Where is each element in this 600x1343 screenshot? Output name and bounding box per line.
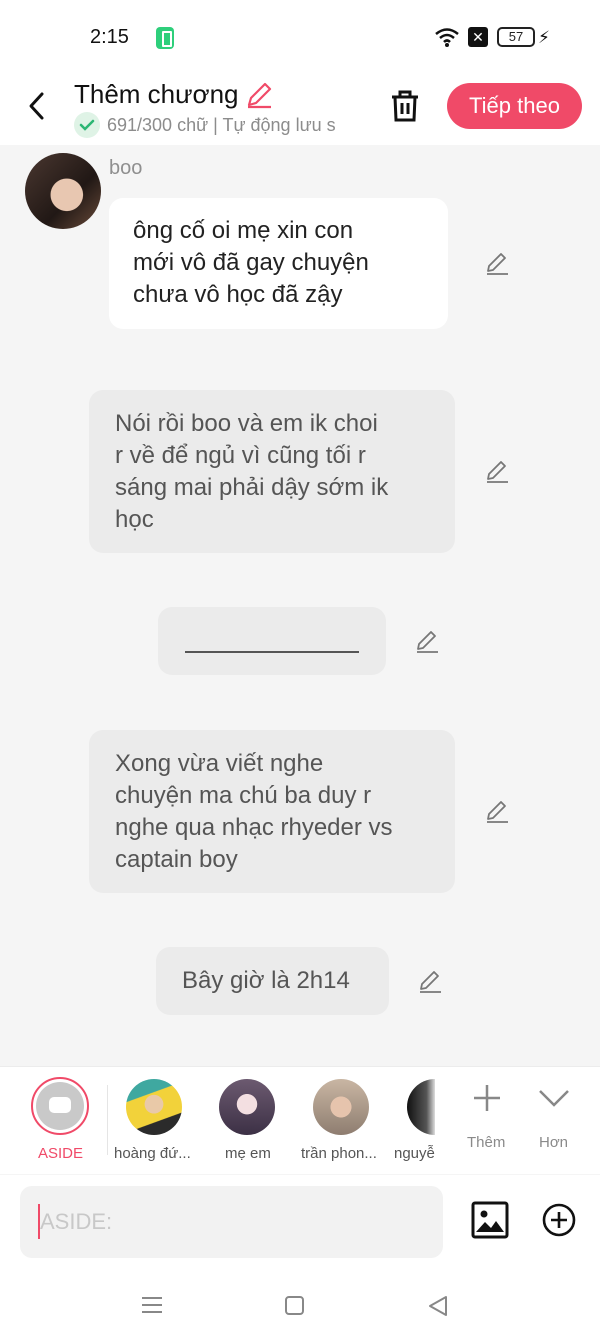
edit-pencil-icon[interactable]	[417, 968, 443, 994]
character-selector: ASIDE hoàng đứ... mẹ em trần phon... ngu…	[0, 1066, 600, 1174]
character-avatar[interactable]	[126, 1079, 182, 1135]
image-icon[interactable]	[471, 1201, 509, 1239]
word-count-status: 691/300 chữ | Tự động lưu s	[107, 115, 336, 135]
back-arrow-icon[interactable]	[24, 89, 52, 123]
edit-title-pencil-icon[interactable]	[244, 80, 274, 110]
trash-icon[interactable]	[388, 88, 422, 124]
message-input[interactable]	[20, 1186, 443, 1258]
add-character-label[interactable]: Thêm	[467, 1134, 505, 1151]
edit-pencil-icon[interactable]	[414, 628, 440, 654]
message-line: sáng mai phải dậy sớm ik	[115, 474, 389, 501]
character-label: mẹ em	[225, 1145, 271, 1162]
charging-icon: ⚡	[538, 28, 550, 47]
message-line: Bây giờ là 2h14	[182, 967, 350, 994]
aside-label: ASIDE	[38, 1145, 84, 1162]
message-bubble[interactable]: ông cố oi mẹ xin con mới vô đã gay chuyệ…	[109, 198, 448, 329]
status-bar: 2:15 ✕ 57 ⚡	[0, 0, 600, 75]
chevron-down-icon[interactable]	[538, 1087, 570, 1109]
character-label: nguyễ	[394, 1145, 435, 1162]
divider-line	[185, 651, 359, 653]
saved-check-icon	[74, 112, 100, 138]
no-sim-icon: ✕	[468, 27, 488, 47]
status-time: 2:15	[90, 26, 129, 48]
message-line: Nói rồi boo và em ik choi	[115, 410, 378, 437]
header: Thêm chương 691/300 chữ | Tự động lưu s …	[0, 75, 600, 145]
battery-icon: 57	[497, 27, 535, 47]
character-label: trần phon...	[301, 1145, 377, 1162]
divider-bubble[interactable]	[158, 607, 386, 675]
character-avatar[interactable]	[407, 1079, 435, 1135]
character-avatar[interactable]	[313, 1079, 369, 1135]
message-line: ông cố oi mẹ xin con	[133, 217, 354, 244]
edit-pencil-icon[interactable]	[484, 250, 510, 276]
next-button[interactable]: Tiếp theo	[447, 83, 582, 129]
message-line: chuyện ma chú ba duy r	[115, 782, 372, 809]
system-nav-bar	[0, 1275, 600, 1343]
aside-button[interactable]	[31, 1077, 89, 1135]
input-bar	[0, 1175, 600, 1275]
message-line: r về để ngủ vì cũng tối r	[115, 442, 366, 469]
message-line: mới vô đã gay chuyện	[133, 249, 369, 276]
character-label: hoàng đứ...	[114, 1145, 191, 1162]
add-character-icon[interactable]	[472, 1083, 502, 1113]
message-line: captain boy	[115, 846, 238, 873]
battery-saver-icon	[156, 27, 174, 49]
menu-icon[interactable]	[141, 1295, 163, 1315]
divider	[107, 1085, 108, 1155]
message-line: Xong vừa viết nghe	[115, 750, 324, 777]
message-line: nghe qua nhạc rhyeder vs	[115, 814, 393, 841]
text-caret	[38, 1204, 40, 1239]
expand-label[interactable]: Hơn	[539, 1134, 568, 1151]
home-icon[interactable]	[285, 1296, 304, 1315]
message-line: chưa vô học đã zậy	[133, 281, 343, 308]
message-bubble[interactable]: Xong vừa viết nghe chuyện ma chú ba duy …	[89, 730, 455, 893]
aside-icon	[36, 1082, 84, 1130]
nav-back-icon[interactable]	[427, 1295, 449, 1317]
edit-pencil-icon[interactable]	[484, 798, 510, 824]
edit-pencil-icon[interactable]	[484, 458, 510, 484]
wifi-icon	[435, 28, 459, 47]
message-bubble[interactable]: Nói rồi boo và em ik choi r về để ngủ vì…	[89, 390, 455, 553]
character-avatar[interactable]	[219, 1079, 275, 1135]
page-title: Thêm chương	[74, 79, 239, 109]
message-line: học	[115, 506, 154, 533]
author-name: boo	[109, 157, 143, 179]
message-bubble[interactable]: Bây giờ là 2h14	[156, 947, 389, 1015]
add-circle-icon[interactable]	[542, 1203, 576, 1237]
author-avatar[interactable]	[25, 153, 101, 229]
